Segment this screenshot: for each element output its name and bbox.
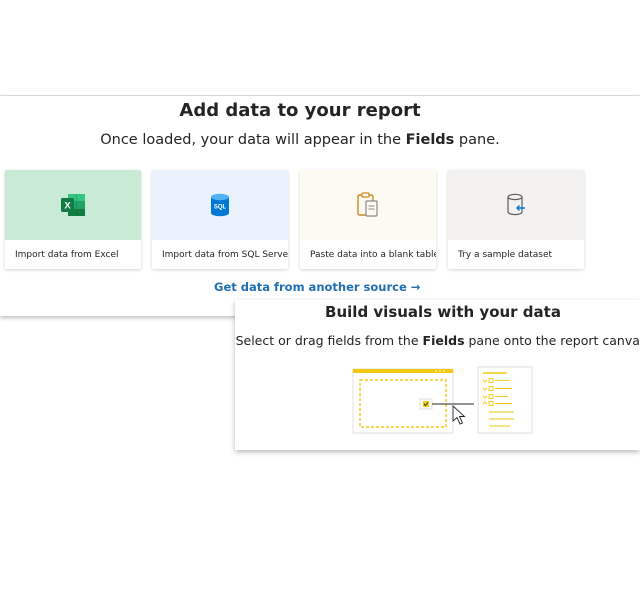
build-visuals-card: Build visuals with your data Select or d… <box>235 300 640 450</box>
drag-fields-illustration <box>352 366 533 434</box>
tile-label: Import data from SQL Server <box>162 250 288 260</box>
excel-icon: X <box>61 194 85 216</box>
sample-dataset-icon <box>507 193 525 216</box>
tile-label: Try a sample dataset <box>458 250 553 260</box>
build-visuals-title: Build visuals with your data <box>325 303 561 321</box>
add-data-subtitle: Once loaded, your data will appear in th… <box>100 132 500 148</box>
clipboard-icon <box>357 192 378 217</box>
import-sql-server-tile[interactable]: SQL Import data from SQL Server <box>152 170 288 269</box>
sql-server-icon: SQL <box>211 193 229 217</box>
build-visuals-subtitle: Select or drag fields from the Fields pa… <box>235 333 640 348</box>
paste-data-tile[interactable]: Paste data into a blank table <box>300 170 436 269</box>
sample-dataset-tile[interactable]: Try a sample dataset <box>448 170 584 269</box>
import-excel-tile[interactable]: X Import data from Excel <box>5 170 141 269</box>
svg-text:X: X <box>64 201 71 212</box>
add-data-card: Add data to your report Once loaded, you… <box>0 96 640 316</box>
tile-label: Paste data into a blank table <box>310 250 436 260</box>
get-data-other-source-link[interactable]: Get data from another source → <box>214 280 420 294</box>
add-data-title: Add data to your report <box>179 100 421 121</box>
tile-label: Import data from Excel <box>15 250 119 260</box>
svg-text:SQL: SQL <box>214 205 227 211</box>
